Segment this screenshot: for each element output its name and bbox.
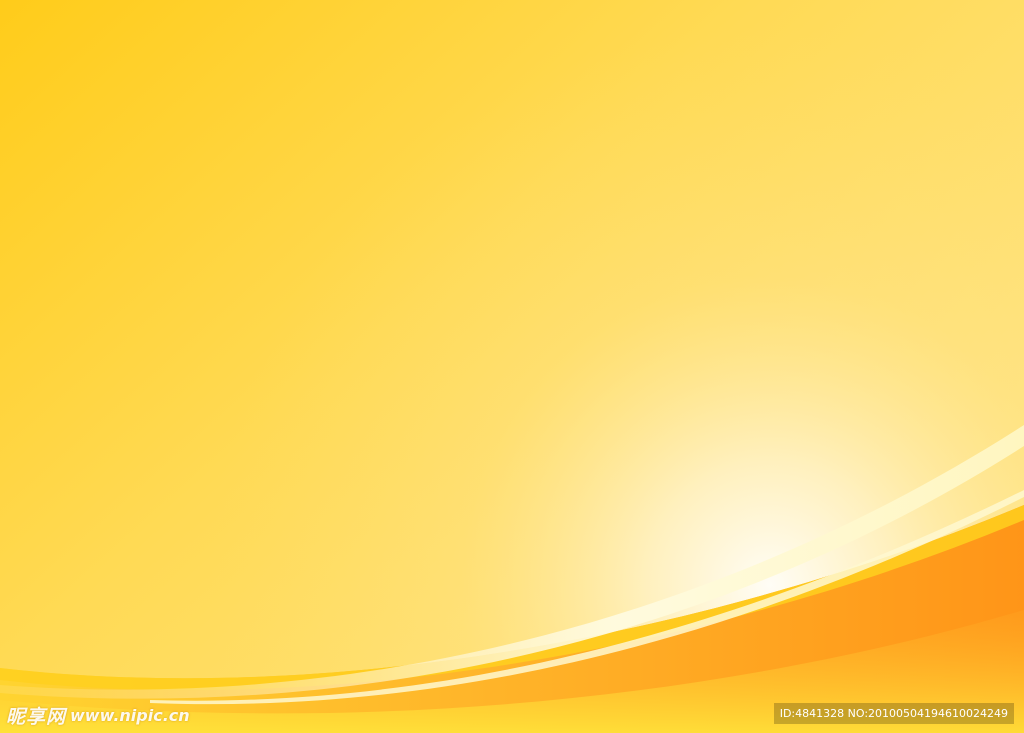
watermark-url: www.nipic.cn <box>70 705 190 725</box>
gradient-background <box>0 0 1024 733</box>
watermark-id-badge: ID:4841328 NO:20100504194610024249 <box>773 703 1014 724</box>
background-canvas: 昵享网 www.nipic.cn ID:4841328 NO:201005041… <box>0 0 1024 733</box>
watermark-id-text: ID:4841328 NO:20100504194610024249 <box>779 707 1008 720</box>
watermark-logo: 昵享网 www.nipic.cn <box>6 703 190 728</box>
watermark-brand: 昵享网 <box>6 705 67 728</box>
